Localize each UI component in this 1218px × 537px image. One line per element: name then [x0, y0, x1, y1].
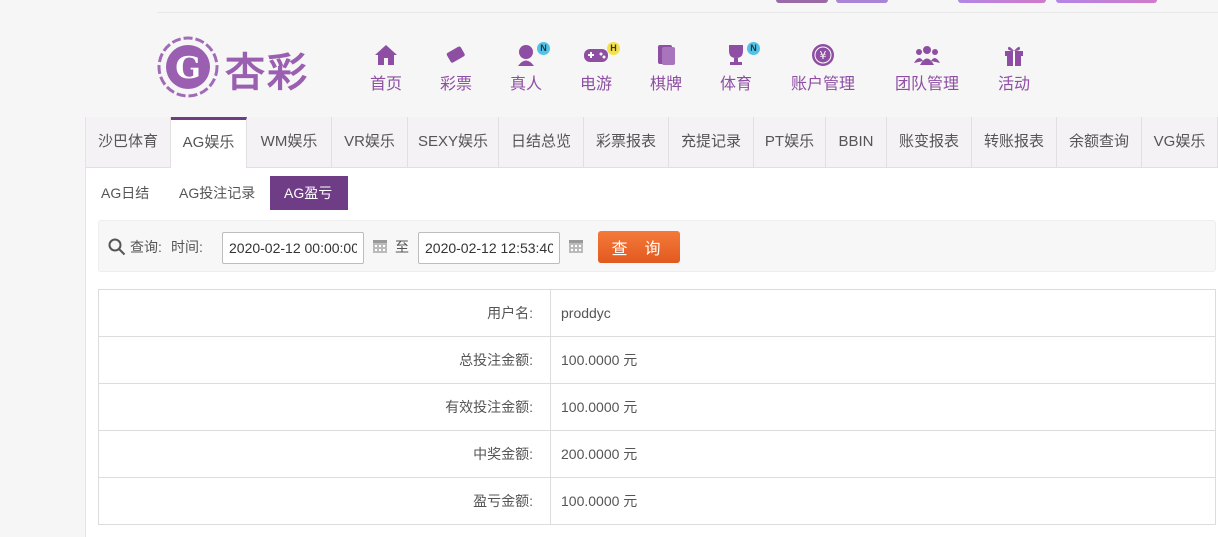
tab-sexy[interactable]: SEXY娱乐	[408, 117, 499, 167]
subtab-ag-profit[interactable]: AG盈亏	[270, 176, 348, 210]
top-button-4[interactable]	[1056, 0, 1157, 3]
top-button-2[interactable]	[836, 0, 888, 3]
top-button-1[interactable]	[776, 0, 828, 3]
nav-home[interactable]: 首页	[368, 42, 404, 94]
total-bet-label: 总投注金额:	[98, 336, 551, 384]
username-value: proddyc	[550, 289, 1216, 337]
winning-label: 中奖金额:	[98, 430, 551, 478]
query-bar: 查询: 时间: 至 查 询	[98, 220, 1216, 272]
table-row: 总投注金额: 100.0000 元	[98, 336, 1216, 384]
nav-account[interactable]: ¥ 账户管理	[788, 42, 858, 94]
trophy-icon	[729, 45, 743, 65]
nav-sports[interactable]: N 体育	[718, 42, 760, 94]
valid-bet-value: 100.0000 元	[550, 383, 1216, 431]
nav-live[interactable]: N 真人	[508, 42, 550, 94]
team-icon	[914, 46, 940, 65]
tab-wm[interactable]: WM娱乐	[247, 117, 332, 167]
calendar-icon[interactable]	[372, 238, 388, 254]
tab-lottery-report[interactable]: 彩票报表	[584, 117, 669, 167]
total-bet-value: 100.0000 元	[550, 336, 1216, 384]
svg-text:G: G	[175, 51, 201, 86]
tab-transfer-report[interactable]: 转账报表	[972, 117, 1057, 167]
time-label: 时间:	[171, 239, 203, 255]
tab-account-change[interactable]: 账变报表	[887, 117, 972, 167]
yen-coin-icon: ¥	[812, 44, 834, 66]
end-date-input[interactable]	[418, 232, 560, 264]
gamepad-icon	[584, 49, 608, 62]
table-row: 有效投注金额: 100.0000 元	[98, 383, 1216, 431]
logo-emblem-icon: G	[157, 36, 219, 98]
nav-chess[interactable]: 棋牌	[648, 42, 684, 94]
calendar-icon[interactable]	[568, 238, 584, 254]
tab-pt[interactable]: PT娱乐	[754, 117, 826, 167]
winning-value: 200.0000 元	[550, 430, 1216, 478]
gift-icon	[1005, 46, 1023, 66]
cards-icon	[658, 45, 675, 65]
tab-bbin[interactable]: BBIN	[826, 117, 887, 167]
profit-table: 用户名: proddyc 总投注金额: 100.0000 元 有效投注金额: 1…	[98, 289, 1216, 525]
tab-vg[interactable]: VG娱乐	[1142, 117, 1218, 167]
username-label: 用户名:	[98, 289, 551, 337]
svg-text:¥: ¥	[820, 49, 827, 62]
table-row: 中奖金额: 200.0000 元	[98, 430, 1216, 478]
report-tabs: 沙巴体育 AG娱乐 WM娱乐 VR娱乐 SEXY娱乐 日结总览 彩票报表 充提记…	[86, 117, 1218, 168]
tab-sb-sports[interactable]: 沙巴体育	[86, 117, 171, 167]
search-icon	[108, 238, 126, 256]
subtab-ag-daily[interactable]: AG日结	[87, 176, 163, 210]
tab-deposit-records[interactable]: 充提记录	[669, 117, 754, 167]
site-logo[interactable]: G 杏彩	[157, 36, 317, 98]
home-icon	[375, 45, 397, 65]
query-label: 查询:	[130, 239, 162, 255]
nav-activity[interactable]: 活动	[996, 42, 1032, 94]
tab-balance-query[interactable]: 余额查询	[1057, 117, 1142, 167]
new-badge: N	[537, 42, 550, 55]
profit-label: 盈亏金额:	[98, 477, 551, 525]
start-date-input[interactable]	[222, 232, 364, 264]
new-badge: N	[747, 42, 760, 55]
nav-lottery[interactable]: 彩票	[438, 42, 474, 94]
query-button[interactable]: 查 询	[598, 231, 680, 263]
hot-badge: H	[607, 42, 620, 55]
valid-bet-label: 有效投注金额:	[98, 383, 551, 431]
table-row: 盈亏金额: 100.0000 元	[98, 477, 1216, 525]
tab-vr[interactable]: VR娱乐	[332, 117, 408, 167]
profit-value: 100.0000 元	[550, 477, 1216, 525]
table-row: 用户名: proddyc	[98, 289, 1216, 337]
header-divider	[157, 12, 1218, 13]
tab-daily-summary[interactable]: 日结总览	[499, 117, 584, 167]
tab-ag[interactable]: AG娱乐	[171, 117, 247, 168]
to-label: 至	[395, 239, 409, 255]
nav-team[interactable]: 团队管理	[892, 42, 962, 94]
subtab-ag-bets[interactable]: AG投注记录	[165, 176, 269, 210]
dealer-icon	[518, 45, 534, 66]
ticket-icon	[446, 46, 465, 63]
nav-egames[interactable]: H 电游	[578, 42, 620, 94]
top-button-3[interactable]	[958, 0, 1046, 3]
logo-text: 杏彩	[225, 50, 309, 96]
